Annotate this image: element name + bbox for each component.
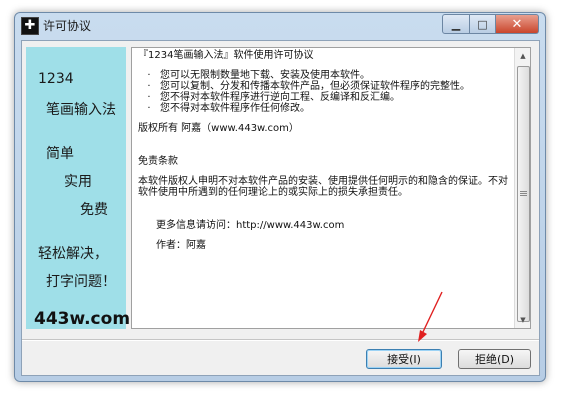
annotation-arrow-icon: [418, 291, 443, 342]
